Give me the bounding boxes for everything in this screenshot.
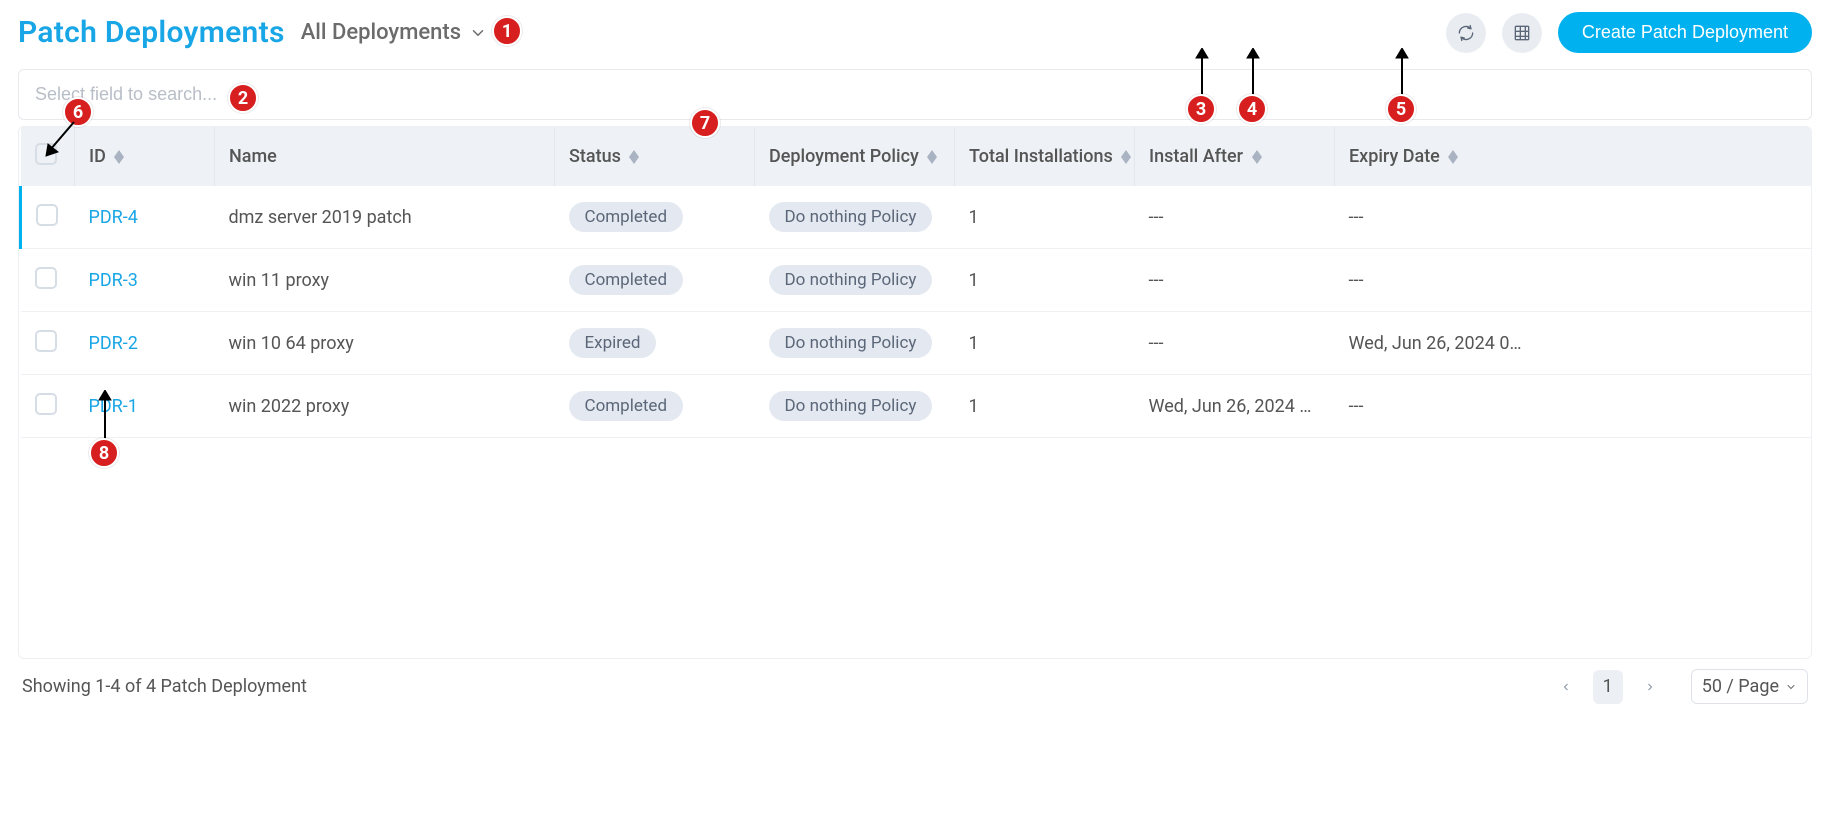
table-row[interactable]: PDR-1 win 2022 proxy Completed Do nothing P… [21,375,1812,438]
deployment-name: win 2022 proxy [215,375,555,438]
row-checkbox[interactable] [35,267,57,289]
header-policy[interactable]: Deployment Policy [755,127,955,186]
policy-badge: Do nothing Policy [769,391,933,421]
sort-icon [114,150,124,164]
deployment-name: win 11 proxy [215,249,555,312]
select-all-checkbox[interactable] [35,143,57,165]
sort-icon [1448,150,1458,164]
sort-icon [629,150,639,164]
sort-icon [927,150,937,164]
refresh-button[interactable] [1446,13,1486,53]
grid-icon [1512,23,1532,43]
total-installations: 1 [955,249,1135,312]
table-header-row: ID Name Status [21,127,1812,186]
status-badge: Expired [569,328,657,358]
next-page-button[interactable] [1635,670,1665,704]
header-name[interactable]: Name [215,127,555,186]
scope-label: All Deployments [301,20,461,45]
total-installations: 1 [955,312,1135,375]
expiry-date: --- [1335,186,1812,249]
search-bar [18,69,1812,120]
expiry-date: Wed, Jun 26, 2024 0… [1335,312,1812,375]
table-row[interactable]: PDR-4 dmz server 2019 patch Completed Do no… [21,186,1812,249]
deployment-id-link[interactable]: PDR-4 [89,207,138,228]
refresh-icon [1456,23,1476,43]
table-row[interactable]: PDR-2 win 10 64 proxy Expired Do nothing Po… [21,312,1812,375]
install-after: Wed, Jun 26, 2024 01… [1135,375,1335,438]
policy-badge: Do nothing Policy [769,202,933,232]
chevron-down-icon [469,24,487,42]
total-installations: 1 [955,186,1135,249]
header-total[interactable]: Total Installations [955,127,1135,186]
policy-badge: Do nothing Policy [769,328,933,358]
install-after: --- [1135,186,1335,249]
header-id[interactable]: ID [75,127,215,186]
policy-badge: Do nothing Policy [769,265,933,295]
page-number-current[interactable]: 1 [1593,670,1623,704]
sort-icon [1121,150,1131,164]
install-after: --- [1135,312,1335,375]
total-installations: 1 [955,375,1135,438]
expiry-date: --- [1335,249,1812,312]
columns-button[interactable] [1502,13,1542,53]
page-title: Patch Deployments [18,15,285,50]
sort-icon [1252,150,1262,164]
search-input[interactable] [35,84,1795,105]
deployment-id-link[interactable]: PDR-3 [89,270,138,291]
header-checkbox-cell [21,127,75,186]
row-checkbox[interactable] [35,393,57,415]
deployment-name: win 10 64 proxy [215,312,555,375]
deployment-id-link[interactable]: PDR-1 [89,396,138,417]
page-size-select[interactable]: 50 / Page [1691,669,1808,704]
status-badge: Completed [569,202,684,232]
page-header: Patch Deployments All Deployments Create… [18,12,1812,53]
prev-page-button[interactable] [1551,670,1581,704]
header-expiry[interactable]: Expiry Date [1335,127,1812,186]
table-footer: Showing 1-4 of 4 Patch Deployment 1 50 /… [18,659,1812,704]
status-badge: Completed [569,265,684,295]
deployment-name: dmz server 2019 patch [215,186,555,249]
deployment-id-link[interactable]: PDR-2 [89,333,138,354]
deployments-table: ID Name Status [19,127,1811,438]
chevron-down-icon [1785,681,1797,693]
install-after: --- [1135,249,1335,312]
table-row[interactable]: PDR-3 win 11 proxy Completed Do nothing Pol… [21,249,1812,312]
create-patch-deployment-button[interactable]: Create Patch Deployment [1558,12,1812,53]
deployments-table-card: ID Name Status [18,126,1812,659]
expiry-date: --- [1335,375,1812,438]
header-status[interactable]: Status [555,127,755,186]
header-install-after[interactable]: Install After [1135,127,1335,186]
row-checkbox[interactable] [35,330,57,352]
status-badge: Completed [569,391,684,421]
pagination: 1 50 / Page [1551,669,1808,704]
scope-dropdown[interactable]: All Deployments [301,20,487,45]
results-summary: Showing 1-4 of 4 Patch Deployment [22,676,307,697]
row-checkbox[interactable] [36,204,58,226]
